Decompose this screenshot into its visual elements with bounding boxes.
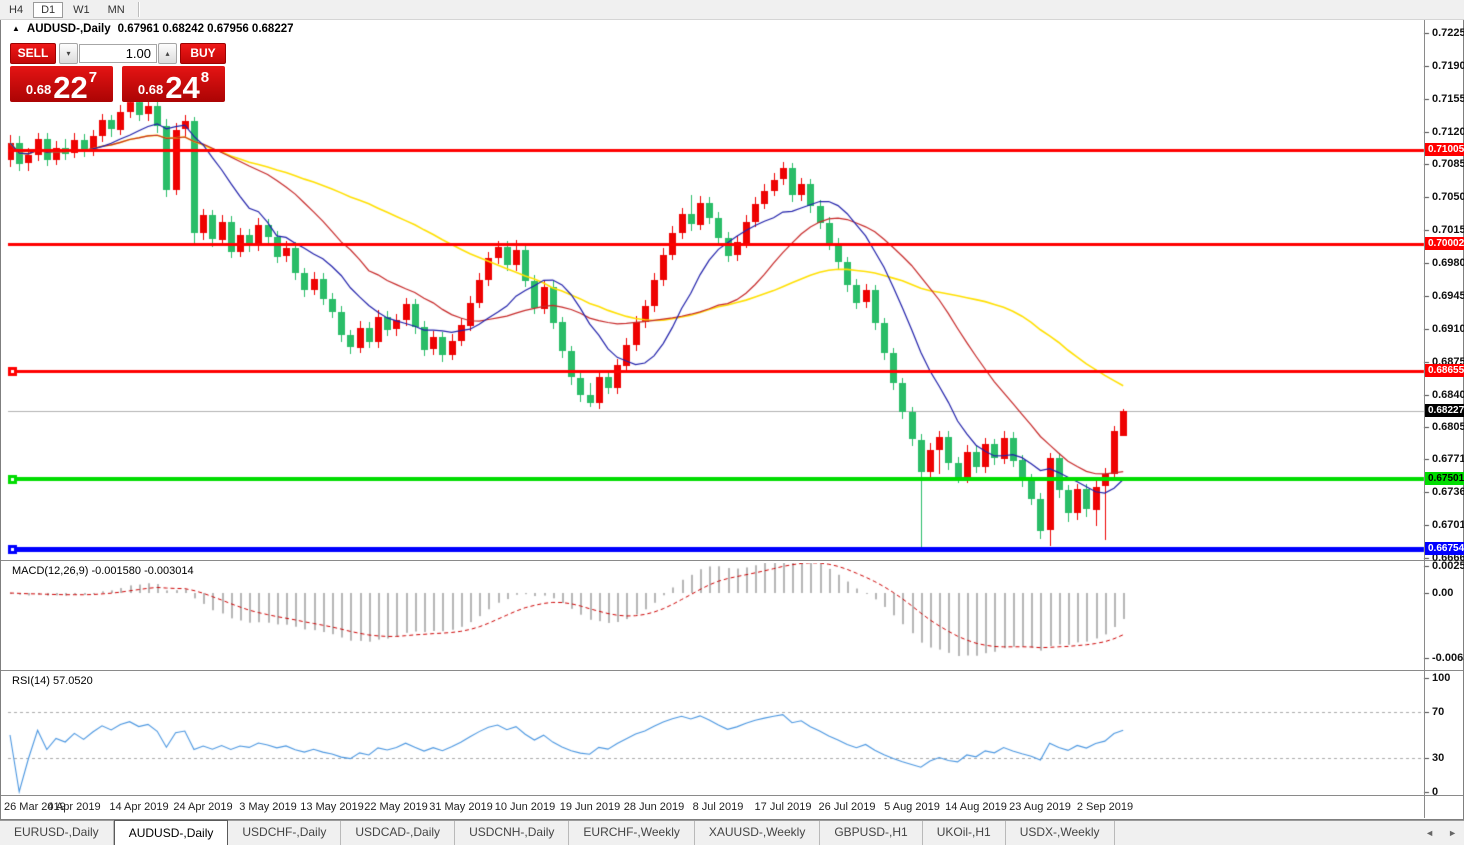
price-axis-tick: 0.69100 [1432, 323, 1464, 335]
chart-tab-eurchf-weekly[interactable]: EURCHF-,Weekly [569, 821, 695, 845]
panel-divider-dates [1, 795, 1463, 798]
price-axis-tick: 0.68050 [1432, 421, 1464, 433]
rsi-axis-tick: 100 [1432, 672, 1451, 684]
price-axis-tick: 0.70850 [1432, 158, 1464, 170]
level-price-tag: 0.70002 [1425, 237, 1464, 250]
chart-tab-usdcnh-daily[interactable]: USDCNH-,Daily [455, 821, 570, 845]
chart-tab-audusd-daily[interactable]: AUDUSD-,Daily [113, 820, 229, 845]
price-axis-tick: 0.68400 [1432, 389, 1464, 401]
rsi-axis-tick: 0 [1432, 786, 1439, 798]
tab-scroll-left-icon[interactable]: ◄ [1418, 828, 1441, 838]
price-axis-tick: 0.72250 [1432, 27, 1464, 39]
date-axis-label: 8 Jul 2019 [692, 801, 744, 813]
current-price-tag: 0.68227 [1425, 404, 1464, 417]
one-click-trading-widget: SELL ▾ ▴ BUY 0.68 22 7 0.68 24 8 [10, 42, 226, 105]
toolbar-separator [137, 2, 140, 17]
volume-input[interactable] [79, 43, 157, 63]
tab-scroll-right-icon[interactable]: ► [1441, 828, 1464, 838]
sell-price-prefix: 0.68 [25, 82, 52, 97]
chart-tab-ukoil-h1[interactable]: UKOil-,H1 [923, 821, 1006, 845]
volume-increase-button[interactable]: ▴ [158, 42, 177, 64]
macd-indicator-label: MACD(12,26,9) -0.001580 -0.003014 [12, 565, 194, 577]
chevron-down-icon: ▾ [66, 48, 71, 58]
price-axis-separator [1424, 20, 1425, 818]
date-axis-label: 14 Aug 2019 [945, 801, 1007, 813]
level-price-tag: 0.67501 [1425, 472, 1464, 485]
date-axis-label: 22 May 2019 [364, 801, 428, 813]
buy-price-pip: 8 [200, 69, 210, 86]
date-axis-label: 17 Jul 2019 [754, 801, 812, 813]
buy-price-big: 24 [165, 69, 200, 105]
price-axis-tick: 0.71550 [1432, 93, 1464, 105]
date-axis-label: 13 May 2019 [300, 801, 364, 813]
date-axis-label: 2 Sep 2019 [1076, 801, 1134, 813]
chart-tab-bar: EURUSD-,Daily AUDUSD-,Daily USDCHF-,Daily U… [0, 820, 1464, 845]
chevron-up-icon: ▴ [165, 48, 170, 58]
price-axis-tick: 0.70150 [1432, 224, 1464, 236]
chart-tab-xauusd-weekly[interactable]: XAUUSD-,Weekly [695, 821, 821, 845]
sell-button[interactable]: SELL [10, 42, 56, 64]
date-axis-label: 26 Jul 2019 [818, 801, 876, 813]
chart-tab-usdx-weekly[interactable]: USDX-,Weekly [1006, 821, 1115, 845]
buy-price-prefix: 0.68 [137, 82, 164, 97]
chart-tab-usdchf-daily[interactable]: USDCHF-,Daily [228, 821, 342, 845]
chart-tab-gbpusd-h1[interactable]: GBPUSD-,H1 [820, 821, 923, 845]
macd-axis-tick: -0.006326 [1432, 652, 1464, 664]
date-axis-label: 10 Jun 2019 [494, 801, 556, 813]
date-axis-label: 28 Jun 2019 [623, 801, 685, 813]
rsi-indicator-label: RSI(14) 57.0520 [12, 675, 93, 687]
price-axis-tick: 0.69450 [1432, 290, 1464, 302]
date-axis-label: 24 Apr 2019 [173, 801, 233, 813]
price-axis-tick: 0.69800 [1432, 257, 1464, 269]
buy-price-tile[interactable]: 0.68 24 8 [122, 66, 225, 105]
timeframe-toolbar: H4 D1 W1 MN [0, 0, 1464, 20]
price-chart-canvas[interactable] [0, 0, 1464, 844]
macd-axis-tick: 0.002574 [1432, 560, 1464, 572]
volume-stepper: ▾ ▴ [59, 42, 177, 64]
date-axis-label: 23 Aug 2019 [1009, 801, 1071, 813]
date-axis-label: 3 May 2019 [239, 801, 297, 813]
price-axis-tick: 0.70500 [1432, 191, 1464, 203]
rsi-axis-tick: 70 [1432, 706, 1445, 718]
price-axis-tick: 0.71900 [1432, 60, 1464, 72]
level-price-tag: 0.66754 [1425, 542, 1464, 555]
timeframe-button-h4[interactable]: H4 [1, 2, 31, 18]
sell-price-tile[interactable]: 0.68 22 7 [10, 66, 113, 105]
date-axis-label: 14 Apr 2019 [109, 801, 169, 813]
sell-price-pip: 7 [88, 69, 98, 86]
chart-title: ▲ AUDUSD-,Daily 0.67961 0.68242 0.67956 0.… [12, 23, 294, 35]
timeframe-button-w1[interactable]: W1 [65, 2, 98, 18]
price-axis-tick: 0.71200 [1432, 126, 1464, 138]
volume-decrease-button[interactable]: ▾ [59, 42, 78, 64]
level-price-tag: 0.68655 [1425, 364, 1464, 377]
chart-ohlc-values: 0.67961 0.68242 0.67956 0.68227 [117, 23, 294, 35]
panel-divider-rsi[interactable] [1, 670, 1463, 673]
date-axis-label: 5 Aug 2019 [884, 801, 940, 813]
timeframe-button-d1[interactable]: D1 [33, 1, 64, 18]
panel-divider-macd[interactable] [1, 560, 1463, 563]
chart-symbol-label: AUDUSD-,Daily [26, 23, 111, 35]
chart-tab-eurusd-daily[interactable]: EURUSD-,Daily [0, 821, 114, 845]
date-axis-label: 19 Jun 2019 [559, 801, 621, 813]
price-axis-tick: 0.67010 [1432, 519, 1464, 531]
rsi-axis-tick: 30 [1432, 752, 1445, 764]
level-price-tag: 0.71005 [1425, 143, 1464, 156]
timeframe-button-mn[interactable]: MN [100, 2, 133, 18]
date-axis-label: 31 May 2019 [429, 801, 493, 813]
date-axis-label: 4 Apr 2019 [47, 801, 101, 813]
sell-price-big: 22 [53, 69, 88, 105]
collapse-widget-icon[interactable]: ▲ [12, 24, 20, 33]
chart-tab-usdcad-daily[interactable]: USDCAD-,Daily [341, 821, 456, 845]
price-axis-tick: 0.67360 [1432, 486, 1464, 498]
buy-button[interactable]: BUY [180, 42, 226, 64]
macd-axis-tick: 0.00 [1432, 587, 1454, 599]
price-axis-tick: 0.67710 [1432, 453, 1464, 465]
